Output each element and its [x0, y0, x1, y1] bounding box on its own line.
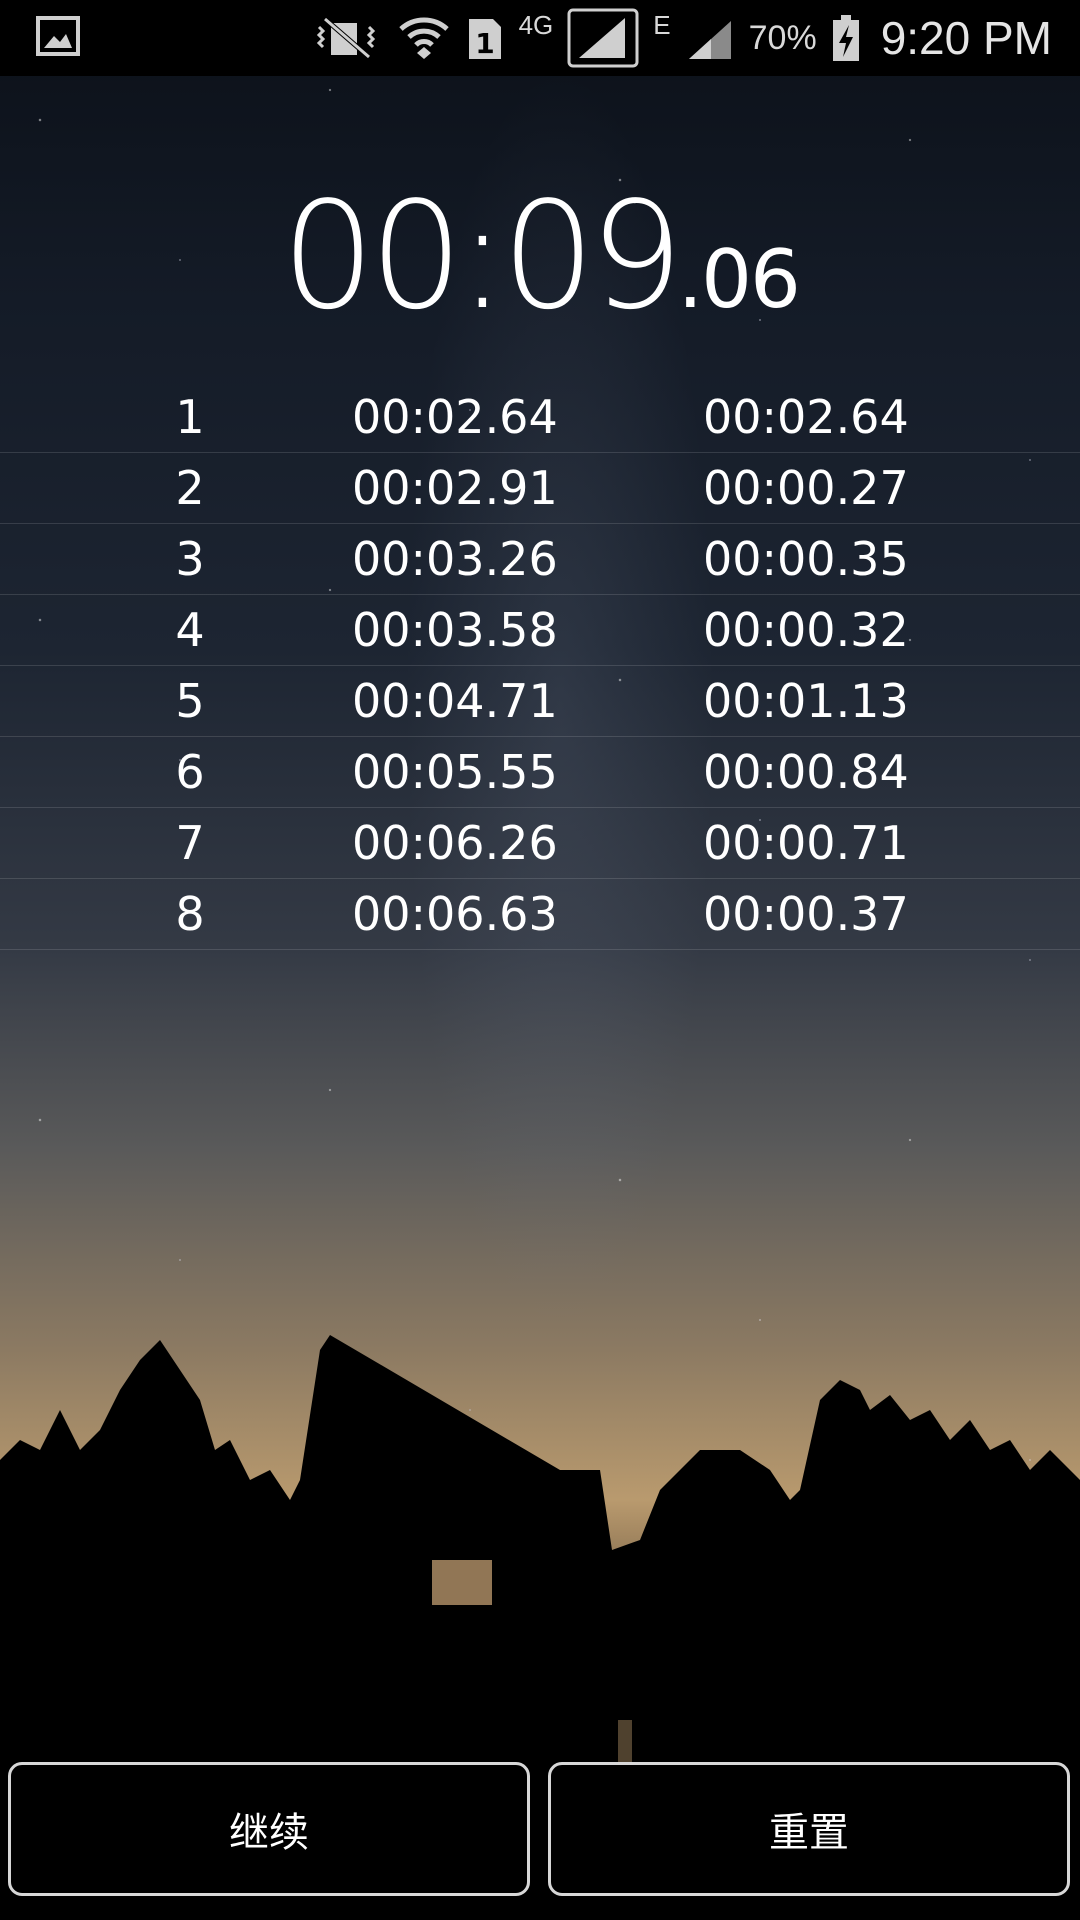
lap-total-time: 00:04.71	[352, 674, 558, 728]
timer-main: 00:09	[281, 170, 684, 342]
lap-number: 8	[175, 887, 205, 941]
lap-split-time: 00:00.27	[703, 461, 909, 515]
lap-split-time: 00:02.64	[703, 390, 909, 444]
image-icon	[36, 14, 80, 58]
timer-fraction: .06	[677, 233, 801, 326]
lap-number: 5	[175, 674, 205, 728]
lap-total-time: 00:02.64	[352, 390, 558, 444]
svg-text:1: 1	[475, 27, 494, 60]
wifi-icon	[397, 13, 451, 63]
continue-button[interactable]: 继续	[8, 1762, 530, 1896]
lap-split-time: 00:00.37	[703, 887, 909, 941]
lap-number: 2	[175, 461, 205, 515]
lap-total-time: 00:06.26	[352, 816, 558, 870]
lap-split-time: 00:00.35	[703, 532, 909, 586]
signal-icon	[567, 8, 639, 68]
lap-total-time: 00:03.58	[352, 603, 558, 657]
battery-charging-icon	[831, 13, 861, 63]
lap-total-time: 00:03.26	[352, 532, 558, 586]
network-e-label: E	[653, 10, 671, 40]
mute-icon	[311, 13, 383, 63]
lap-split-time: 00:00.84	[703, 745, 909, 799]
stopwatch-display: 00:09.06	[0, 170, 1080, 342]
network-4g-label: 4G	[518, 10, 554, 40]
sim-1-icon: 1	[465, 13, 505, 63]
lap-row: 2 00:02.91 00:00.27	[0, 453, 1080, 524]
status-bar: 1 4G E 70% 9:20 PM	[0, 0, 1080, 76]
lap-split-time: 00:00.32	[703, 603, 909, 657]
signal-icon-2	[685, 13, 735, 63]
lap-row: 1 00:02.64 00:02.64	[0, 382, 1080, 453]
battery-percent: 70%	[748, 18, 817, 57]
lap-row: 6 00:05.55 00:00.84	[0, 737, 1080, 808]
lap-row: 4 00:03.58 00:00.32	[0, 595, 1080, 666]
lap-number: 6	[175, 745, 205, 799]
lap-row: 5 00:04.71 00:01.13	[0, 666, 1080, 737]
lap-number: 3	[175, 532, 205, 586]
lap-total-time: 00:06.63	[352, 887, 558, 941]
lap-list: 1 00:02.64 00:02.64 2 00:02.91 00:00.27 …	[0, 382, 1080, 950]
lap-row: 7 00:06.26 00:00.71	[0, 808, 1080, 879]
lap-split-time: 00:00.71	[703, 816, 909, 870]
status-time: 9:20 PM	[880, 12, 1052, 64]
lap-row: 8 00:06.63 00:00.37	[0, 879, 1080, 950]
lap-number: 4	[175, 603, 205, 657]
lap-number: 7	[175, 816, 205, 870]
lap-total-time: 00:05.55	[352, 745, 558, 799]
lap-number: 1	[175, 390, 205, 444]
reset-button[interactable]: 重置	[548, 1762, 1070, 1896]
lap-row: 3 00:03.26 00:00.35	[0, 524, 1080, 595]
lap-split-time: 00:01.13	[703, 674, 909, 728]
lap-total-time: 00:02.91	[352, 461, 558, 515]
